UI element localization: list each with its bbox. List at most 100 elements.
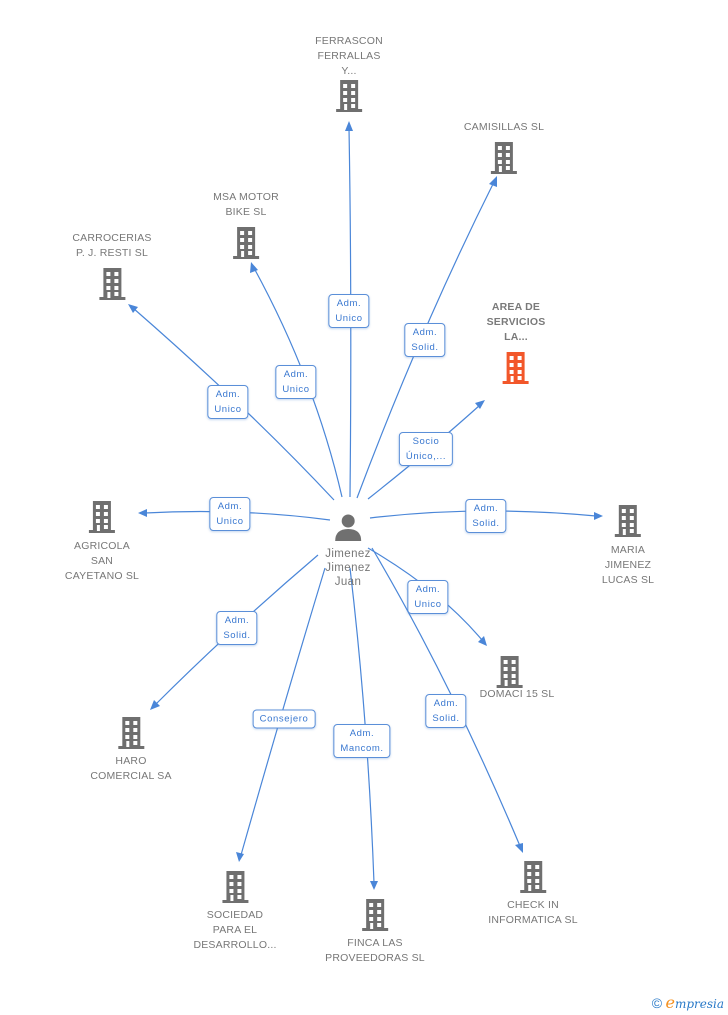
relation-text: Adm. xyxy=(415,584,441,595)
company-name-line: FERRALLAS xyxy=(317,50,381,62)
relation-label-camisillas[interactable]: Adm. Solid. xyxy=(404,323,446,357)
relation-text: Solid. xyxy=(223,630,251,641)
person-name-line: Jimenez xyxy=(325,548,371,560)
company-name-line: LUCAS SL xyxy=(601,574,655,586)
company-name-line: MARIA xyxy=(610,544,646,556)
relation-text: Mancom. xyxy=(340,743,384,754)
relation-text: Adm. xyxy=(283,369,309,380)
company-name-line: FERRASCON xyxy=(315,35,383,47)
company-node-ferrascon[interactable]: FERRASCON FERRALLAS Y... xyxy=(315,34,383,113)
company-name-line: COMERCIAL SA xyxy=(90,770,172,782)
company-node-area-servicios[interactable]: AREA DE SERVICIOS LA... xyxy=(487,300,546,385)
relation-label-haro[interactable]: Adm. Solid. xyxy=(216,611,258,645)
company-node-haro[interactable]: HARO COMERCIAL SA xyxy=(90,716,171,784)
company-name-line: FINCA LAS xyxy=(347,937,403,949)
building-icon xyxy=(96,267,128,301)
relation-text: Unico xyxy=(216,516,244,527)
arrowhead-camisillas xyxy=(489,176,497,187)
company-node-sociedad[interactable]: SOCIEDAD PARA EL DESARROLLO... xyxy=(193,870,276,953)
building-icon xyxy=(115,716,147,750)
company-name-line: AREA DE xyxy=(491,301,541,313)
company-node-check-in[interactable]: CHECK IN INFORMATICA SL xyxy=(488,860,578,928)
relation-text: Solid. xyxy=(411,342,439,353)
arrowhead-msa-motor xyxy=(250,262,258,273)
company-name-line: PARA EL xyxy=(212,924,258,936)
company-name-line: BIKE SL xyxy=(225,206,267,218)
building-icon xyxy=(488,141,520,175)
relation-text: Único,... xyxy=(405,451,447,462)
relation-label-check-in[interactable]: Adm. Solid. xyxy=(425,694,467,728)
company-name-line: DESARROLLO... xyxy=(193,939,277,951)
arrowhead-sociedad xyxy=(236,852,244,862)
relation-text: Unico xyxy=(414,599,442,610)
relation-label-finca[interactable]: Adm. Mancom. xyxy=(333,724,391,758)
relation-text: Adm. xyxy=(336,298,362,309)
company-name-line: INFORMATICA SL xyxy=(488,914,578,926)
company-node-agricola[interactable]: AGRICOLA SAN CAYETANO SL xyxy=(65,500,139,584)
relation-text: Unico xyxy=(282,384,310,395)
company-name-line: AGRICOLA xyxy=(74,540,130,552)
building-icon xyxy=(500,351,532,385)
relation-label-domaci[interactable]: Adm. Unico xyxy=(407,580,449,614)
company-name-line: DOMACI 15 SL xyxy=(479,688,555,700)
relation-text: Solid. xyxy=(432,713,460,724)
arrowhead-check-in xyxy=(515,843,523,853)
building-icon xyxy=(219,870,251,904)
relation-text: Unico xyxy=(214,404,242,415)
relation-text: Adm. xyxy=(217,501,243,512)
brand-logo-text: mpresia xyxy=(674,997,724,1011)
relation-label-sociedad[interactable]: Consejero xyxy=(252,709,316,729)
company-name-line: MSA MOTOR xyxy=(213,191,279,203)
relation-text: Adm. xyxy=(473,503,499,514)
relation-text: Socio xyxy=(412,436,440,447)
company-node-carrocerias[interactable]: CARROCERIAS P. J. RESTI SL xyxy=(72,231,151,301)
building-icon xyxy=(230,226,262,260)
company-name-line: CARROCERIAS xyxy=(72,232,152,244)
company-name-line: PROVEEDORAS SL xyxy=(325,952,425,964)
building-icon xyxy=(86,500,118,534)
arrowhead-finca xyxy=(370,881,378,890)
company-name-line: SAN xyxy=(90,555,114,567)
person-icon xyxy=(335,514,361,541)
person-name-line: Juan xyxy=(334,576,362,588)
brand-logo-initial: e xyxy=(665,993,675,1012)
company-name-line: Y... xyxy=(341,65,357,77)
company-name-line: SOCIEDAD xyxy=(206,909,264,921)
relation-label-maria-jimenez[interactable]: Adm. Solid. xyxy=(465,499,507,533)
relation-text: Adm. xyxy=(215,389,241,400)
company-node-camisillas[interactable]: CAMISILLAS SL xyxy=(464,120,544,175)
relation-text: Unico xyxy=(335,313,363,324)
building-icon xyxy=(517,860,549,894)
company-node-domaci[interactable]: DOMACI 15 SL xyxy=(466,655,555,702)
relation-label-ferrascon[interactable]: Adm. Unico xyxy=(328,294,370,328)
relation-text: Adm. xyxy=(412,327,438,338)
building-icon xyxy=(612,504,644,538)
company-name-line: CAYETANO SL xyxy=(64,570,140,582)
relation-label-agricola[interactable]: Adm. Unico xyxy=(209,497,251,531)
footer-brand[interactable]: © empresia xyxy=(652,993,724,1012)
building-icon xyxy=(359,898,391,932)
center-person-node[interactable]: Jimenez Jimenez Juan xyxy=(325,512,371,589)
company-name-line: SERVICIOS xyxy=(486,316,546,328)
company-name-line: HARO xyxy=(115,755,147,767)
building-icon xyxy=(494,655,526,689)
company-name-line: JIMENEZ xyxy=(604,559,652,571)
relation-text: Adm. xyxy=(349,728,375,739)
company-node-finca[interactable]: FINCA LAS PROVEEDORAS SL xyxy=(325,898,425,966)
relation-label-msa-motor[interactable]: Adm. Unico xyxy=(275,365,317,399)
company-name-line: CAMISILLAS SL xyxy=(463,121,545,133)
copyright-icon: © xyxy=(651,995,663,1011)
company-name-line: P. J. RESTI SL xyxy=(75,247,149,259)
person-name-line: Jimenez xyxy=(325,562,371,574)
relation-text: Consejero xyxy=(259,713,309,725)
relation-label-area-servicios[interactable]: Socio Único,... xyxy=(398,432,454,466)
building-icon xyxy=(333,79,365,113)
relation-label-carrocerias[interactable]: Adm. Unico xyxy=(207,385,249,419)
company-node-msa-motor[interactable]: MSA MOTOR BIKE SL xyxy=(213,190,279,260)
arrowhead-agricola xyxy=(138,509,147,517)
company-node-maria-jimenez[interactable]: MARIA JIMENEZ LUCAS SL xyxy=(602,504,654,588)
relation-text: Adm. xyxy=(433,698,459,709)
company-name-line: CHECK IN xyxy=(507,899,559,911)
relation-text: Solid. xyxy=(472,518,500,529)
arrowhead-ferrascon xyxy=(345,121,353,131)
